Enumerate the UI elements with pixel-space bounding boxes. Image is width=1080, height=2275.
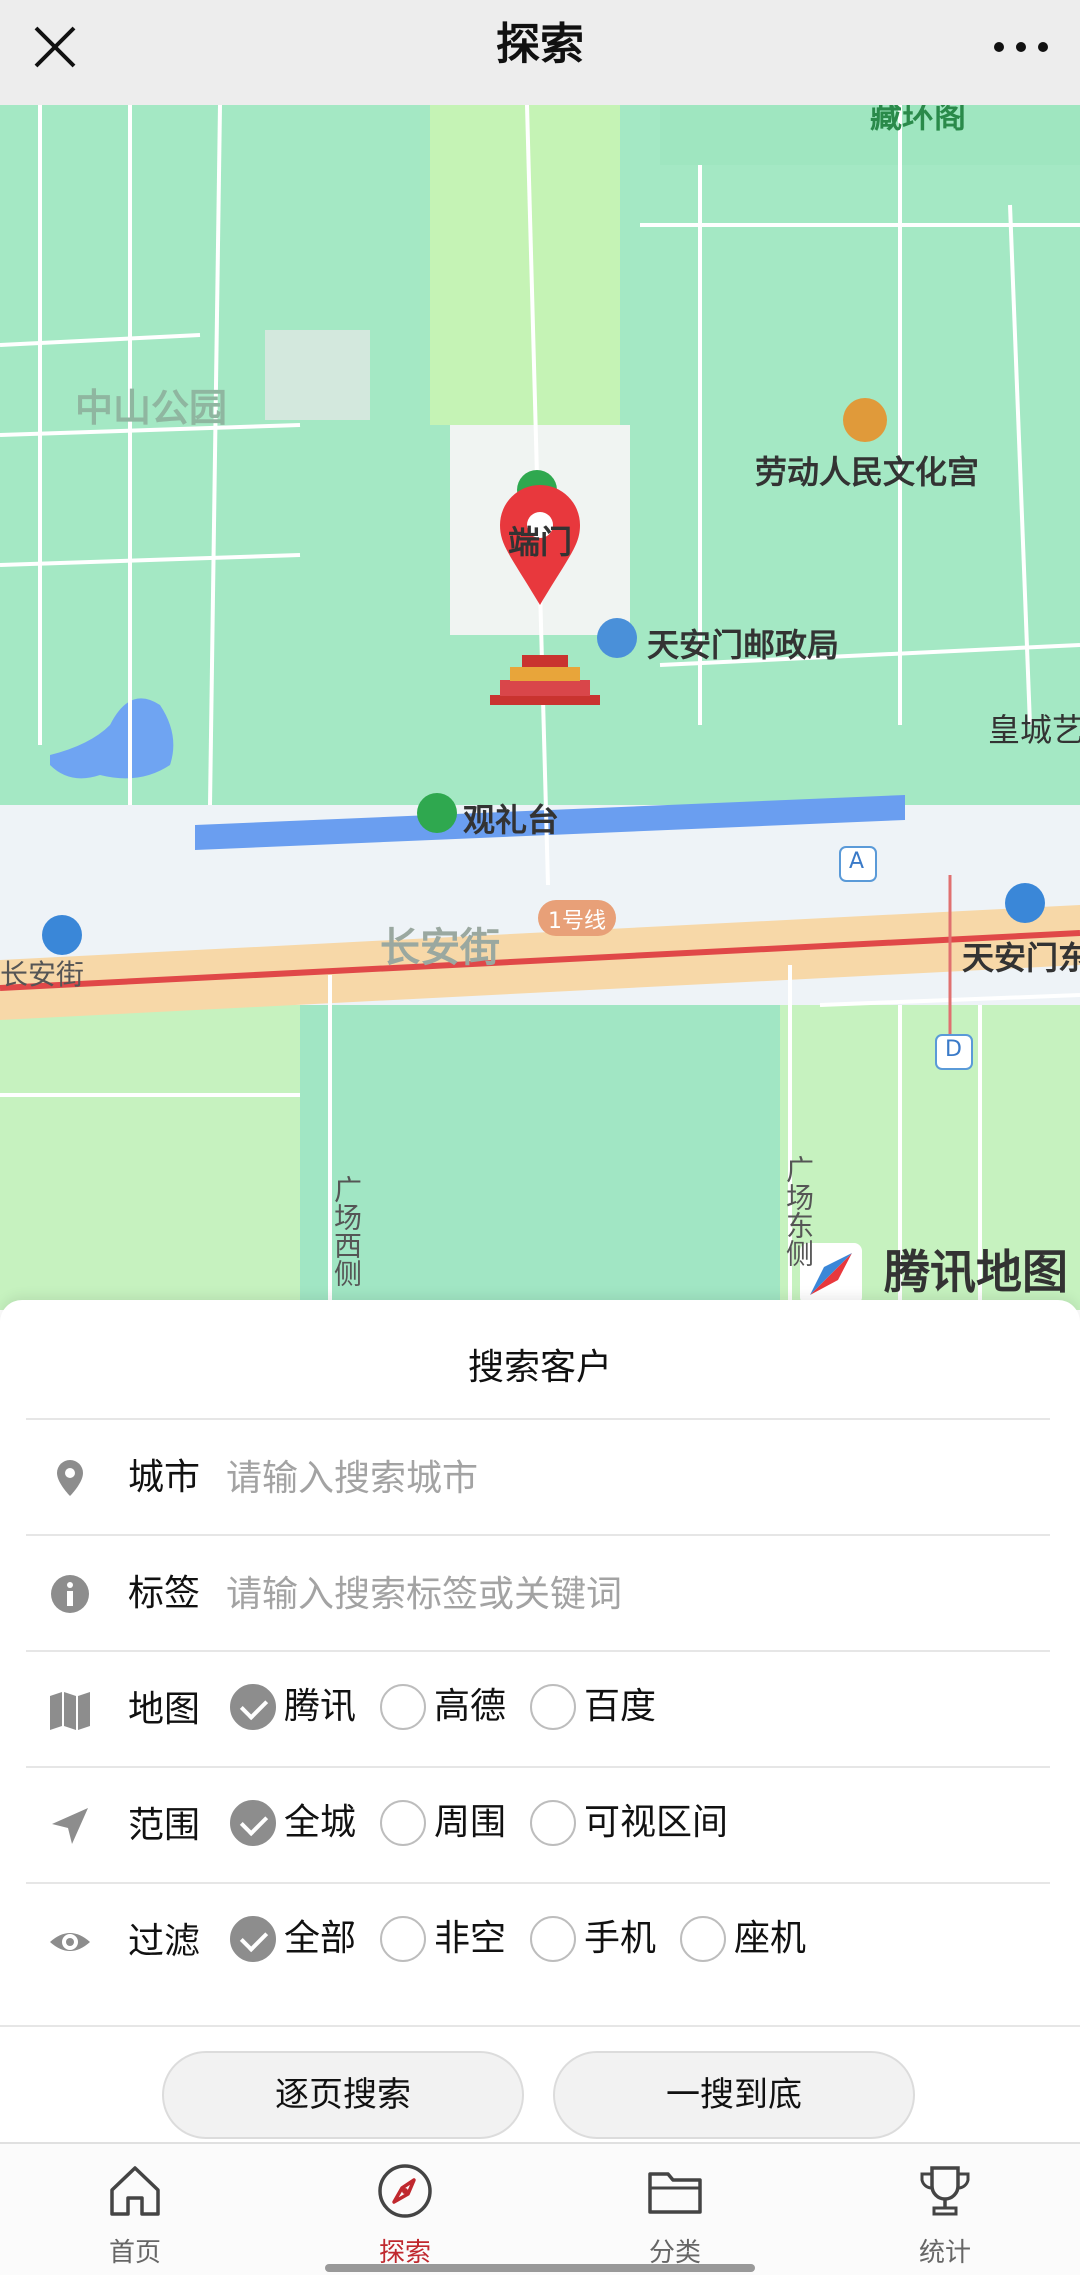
map-label-changan-street: 长安街 xyxy=(380,925,500,971)
filter-option-nonempty[interactable]: 非空 xyxy=(380,1916,506,1962)
map-label-huangcheng: 皇城艺 xyxy=(988,711,1080,749)
radio-unchecked[interactable] xyxy=(380,1684,427,1730)
tag-label: 标签 xyxy=(128,1573,201,1614)
metro-line-badge: 1号线 xyxy=(548,909,606,934)
post-office-icon[interactable] xyxy=(597,618,637,658)
page-search-button[interactable]: 逐页搜索 xyxy=(162,2051,524,2139)
radio-unchecked[interactable] xyxy=(530,1800,577,1846)
more-icon[interactable] xyxy=(988,20,1054,74)
map-option-tencent[interactable]: 腾讯 xyxy=(230,1684,356,1730)
page-title: 探索 xyxy=(496,19,584,70)
metro-exit-d[interactable]: D xyxy=(945,1037,962,1062)
location-icon xyxy=(57,1460,83,1496)
map-source-row: 地图 腾讯 高德 百度 xyxy=(26,1650,1050,1766)
tab-home[interactable]: 首页 xyxy=(0,2162,270,2272)
radio-checked[interactable] xyxy=(230,1684,276,1730)
range-option-visible[interactable]: 可视区间 xyxy=(530,1800,728,1846)
folder-icon xyxy=(648,2172,702,2214)
metro-exit-a[interactable]: A xyxy=(849,849,864,874)
map-brand-label: 腾讯地图 xyxy=(884,1245,1068,1299)
map-icon xyxy=(50,1692,90,1730)
city-row: 城市 xyxy=(26,1418,1050,1534)
map-label-labor-palace[interactable]: 劳动人民文化宫 xyxy=(755,447,979,493)
tab-category[interactable]: 分类 xyxy=(540,2162,810,2272)
tab-explore[interactable]: 探索 xyxy=(270,2162,540,2272)
map-label-guanlitai[interactable]: 观礼台 xyxy=(463,795,559,841)
range-option-nearby[interactable]: 周围 xyxy=(380,1800,506,1846)
radio-checked[interactable] xyxy=(230,1800,276,1846)
info-icon xyxy=(51,1575,89,1613)
home-indicator xyxy=(325,2264,755,2272)
map-label-square-west: 广场西侧 xyxy=(330,1175,363,1287)
subway-icon[interactable] xyxy=(1005,883,1045,923)
tab-stats[interactable]: 统计 xyxy=(810,2162,1080,2272)
radio-unchecked[interactable] xyxy=(530,1916,577,1962)
top-bar: 探索 xyxy=(0,0,1080,105)
eye-icon xyxy=(50,1933,90,1951)
range-row: 范围 全城 周围 可视区间 xyxy=(26,1766,1050,1882)
panel-title: 搜索客户 xyxy=(467,1347,612,1388)
range-label: 范围 xyxy=(128,1805,201,1846)
search-panel: 搜索客户 城市 标签 地图 腾讯 高德 百度 xyxy=(0,1300,1080,2145)
map-option-gaode[interactable]: 高德 xyxy=(380,1684,506,1730)
map-source-label: 地图 xyxy=(128,1689,201,1730)
map-label-changan-street-left: 长安街 xyxy=(0,958,85,991)
range-option-city[interactable]: 全城 xyxy=(230,1800,356,1846)
navigation-arrow-icon xyxy=(52,1808,88,1844)
trophy-icon xyxy=(920,2166,970,2216)
map-canvas xyxy=(0,105,1080,1310)
radio-unchecked[interactable] xyxy=(380,1800,427,1846)
radio-checked[interactable] xyxy=(230,1916,276,1962)
bus-stop-icon[interactable] xyxy=(42,915,82,955)
map-option-baidu[interactable]: 百度 xyxy=(530,1684,656,1730)
radio-unchecked[interactable] xyxy=(380,1916,427,1962)
map-label-square-east: 广场东侧 xyxy=(782,1155,815,1267)
museum-poi-icon[interactable] xyxy=(843,398,887,442)
map-label-duanmen[interactable]: 端门 xyxy=(508,517,572,563)
map-label-top: 藏环阁 xyxy=(870,105,967,135)
tab-bar: 首页 探索 分类 统计 xyxy=(0,2142,1080,2275)
tag-row: 标签 xyxy=(26,1534,1050,1650)
filter-row: 过滤 全部 非空 手机 座机 xyxy=(26,1882,1050,1998)
filter-option-landline[interactable]: 座机 xyxy=(680,1916,806,1962)
compass-icon xyxy=(378,2164,432,2218)
city-label: 城市 xyxy=(128,1457,201,1498)
map-label-post-office[interactable]: 天安门邮政局 xyxy=(647,620,839,666)
map-label-tiananmen-east[interactable]: 天安门东 xyxy=(962,933,1080,979)
filter-option-all[interactable]: 全部 xyxy=(230,1916,356,1962)
city-input[interactable] xyxy=(226,1454,1026,1502)
filter-label: 过滤 xyxy=(128,1921,201,1962)
filter-option-mobile[interactable]: 手机 xyxy=(530,1916,656,1962)
radio-unchecked[interactable] xyxy=(680,1916,727,1962)
tag-input[interactable] xyxy=(226,1570,1026,1618)
map-view[interactable]: 中山公园 端门 劳动人民文化宫 天安门邮政局 观礼台 长安街 长安街 1号线 天… xyxy=(0,105,1080,1310)
button-bar: 逐页搜索 一搜到底 xyxy=(0,2025,1080,2145)
park-poi-icon[interactable] xyxy=(417,793,457,833)
full-search-button[interactable]: 一搜到底 xyxy=(553,2051,915,2139)
radio-unchecked[interactable] xyxy=(530,1684,577,1730)
map-label-zhongshan-park: 中山公园 xyxy=(75,386,228,430)
home-icon xyxy=(110,2166,160,2216)
